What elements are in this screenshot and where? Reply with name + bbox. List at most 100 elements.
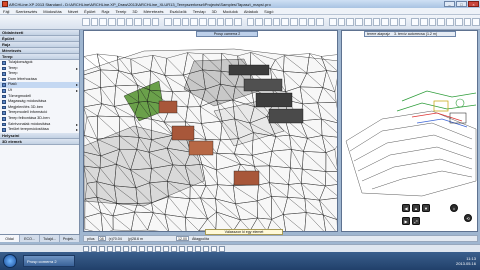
toolbar-tool-icon[interactable] [420, 18, 428, 26]
layer-value[interactable]: 08 [97, 236, 106, 241]
menu-item-14[interactable]: Súgó [261, 9, 276, 14]
viewport-caption-left[interactable]: Prosp camerra 2 [196, 31, 258, 37]
toolbar-tool-icon[interactable] [398, 18, 407, 26]
toolbar-tool-icon[interactable] [355, 18, 363, 26]
toolbar-tool-icon[interactable] [207, 18, 216, 26]
start-button[interactable] [3, 254, 17, 268]
toolbar-tool-icon[interactable] [181, 18, 190, 26]
toolbar-tool-icon[interactable] [164, 18, 173, 26]
pan-down-icon[interactable]: ▼ [422, 204, 430, 212]
toolbar-tool-icon[interactable] [363, 18, 372, 26]
pan-right-icon[interactable]: ▶ [402, 217, 410, 225]
menu-item-6[interactable]: Tereip [113, 9, 130, 14]
toolbar-tool-icon[interactable] [381, 18, 389, 26]
toolbar-tool-icon[interactable] [454, 18, 463, 26]
plan-viewport[interactable]: terere alaprajz 3. tervíz autorrecsa (1.… [341, 30, 478, 232]
menu-item-7[interactable]: 3D [129, 9, 140, 14]
toolbar-tool-icon[interactable] [372, 18, 381, 26]
minimize-button[interactable]: – [444, 1, 455, 7]
toolbar-tool-icon[interactable] [272, 18, 281, 26]
status-toggle-icon[interactable] [131, 245, 137, 252]
perspective-viewport[interactable]: Prosp camerra 2 [83, 30, 338, 232]
menu-item-4[interactable]: Épület [81, 9, 98, 14]
menu-item-0[interactable]: Fájl [0, 9, 12, 14]
terrain-3d-view[interactable] [84, 31, 338, 232]
toolbar-tool-icon[interactable] [225, 18, 233, 26]
toolbar-tool-icon[interactable] [108, 18, 116, 26]
taskbar-app-button[interactable]: Prosp comerra 2 [23, 255, 75, 267]
menu-item-10[interactable]: Tervlap [190, 9, 209, 14]
pan-left-icon[interactable]: ◀ [402, 204, 410, 212]
toolbar-tool-icon[interactable] [199, 18, 207, 26]
status-toggle-icon[interactable] [171, 245, 177, 252]
toolbar-tool-icon[interactable] [346, 18, 355, 26]
orbit-icon[interactable]: ⟲ [464, 214, 472, 222]
status-toggle-icon[interactable] [123, 245, 129, 252]
toolbar-tool-icon[interactable] [428, 18, 437, 26]
menu-item-5[interactable]: Rajz [99, 9, 113, 14]
toolbar-tool-icon[interactable] [389, 18, 398, 26]
menu-item-2[interactable]: Módosítás [40, 9, 64, 14]
toolbar-tool-icon[interactable] [307, 18, 316, 26]
viewport-caption-right[interactable]: terere alaprajz 3. tervíz autorrecsa (1.… [364, 31, 456, 37]
menu-item-13[interactable]: Ablakok [241, 9, 261, 14]
pan-up-icon[interactable]: ▲ [412, 204, 420, 212]
toolbar-tool-icon[interactable] [411, 18, 420, 26]
menu-item-3[interactable]: Nézet [65, 9, 81, 14]
status-toggle-icon[interactable] [195, 245, 201, 252]
status-toggle-icon[interactable] [179, 245, 185, 252]
toolbar-tool-icon[interactable] [298, 18, 307, 26]
status-toggle-icon[interactable] [155, 245, 161, 252]
status-toggle-icon[interactable] [83, 245, 89, 252]
toolbar-tool-icon[interactable] [281, 18, 290, 26]
status-toggle-icon[interactable] [115, 245, 121, 252]
toolbar-tool-icon[interactable] [82, 18, 90, 26]
status-toggle-icon[interactable] [139, 245, 145, 252]
close-button[interactable]: × [468, 1, 479, 7]
toolbar-tool-icon[interactable] [472, 18, 480, 26]
menu-item-11[interactable]: 3D [209, 9, 220, 14]
app-icon[interactable] [2, 1, 8, 7]
panel-tab[interactable]: Projek... [60, 235, 80, 242]
status-toggle-icon[interactable] [163, 245, 169, 252]
status-toggle-icon[interactable] [99, 245, 105, 252]
toolbar-tool-icon[interactable] [142, 18, 151, 26]
toolbar-tool-icon[interactable] [90, 18, 99, 26]
scale-value[interactable]: 12.00 [175, 236, 189, 241]
status-toggle-icon[interactable] [187, 245, 193, 252]
toolbar-tool-icon[interactable] [233, 18, 242, 26]
toolbar-tool-icon[interactable] [255, 18, 264, 26]
status-toggle-icon[interactable] [211, 245, 217, 252]
toolbar-tool-icon[interactable] [151, 18, 160, 26]
status-toggle-icon[interactable] [203, 245, 209, 252]
panel-item[interactable]: Terület terepmódosítása ▸ [0, 127, 79, 133]
zoom-extents-icon[interactable]: ⤢ [412, 217, 420, 225]
toolbar-tool-icon[interactable] [246, 18, 255, 26]
section-header[interactable]: 3D elemek [0, 138, 79, 145]
toolbar-tool-icon[interactable] [328, 18, 337, 26]
menu-item-12[interactable]: Modulok [220, 9, 241, 14]
maximize-button[interactable]: □ [456, 1, 467, 7]
toolbar-tool-icon[interactable] [437, 18, 446, 26]
panel-tab[interactable]: Tulajd... [40, 235, 60, 242]
menu-item-8[interactable]: Mérretezés [141, 9, 167, 14]
status-toggle-icon[interactable] [147, 245, 153, 252]
status-toggle-icon[interactable] [107, 245, 113, 252]
menu-item-9[interactable]: Eszközök [167, 9, 190, 14]
toolbar-tool-icon[interactable] [290, 18, 298, 26]
toolbar-tool-icon[interactable] [99, 18, 108, 26]
toolbar-tool-icon[interactable] [446, 18, 454, 26]
toolbar-tool-icon[interactable] [316, 18, 324, 26]
status-toggle-icon[interactable] [91, 245, 97, 252]
toolbar-tool-icon[interactable] [463, 18, 472, 26]
toolbar-tool-icon[interactable] [173, 18, 181, 26]
home-view-icon[interactable]: ⌂ [450, 204, 458, 212]
toolbar-tool-icon[interactable] [337, 18, 346, 26]
toolbar-tool-icon[interactable] [134, 18, 142, 26]
menu-item-1[interactable]: Szerkesztés [12, 9, 40, 14]
panel-tab[interactable]: Oldal [0, 235, 20, 242]
toolbar-tool-icon[interactable] [116, 18, 125, 26]
panel-tab[interactable]: ECO... [20, 235, 40, 242]
toolbar-tool-icon[interactable] [190, 18, 199, 26]
status-toggle-icon[interactable] [219, 245, 225, 252]
